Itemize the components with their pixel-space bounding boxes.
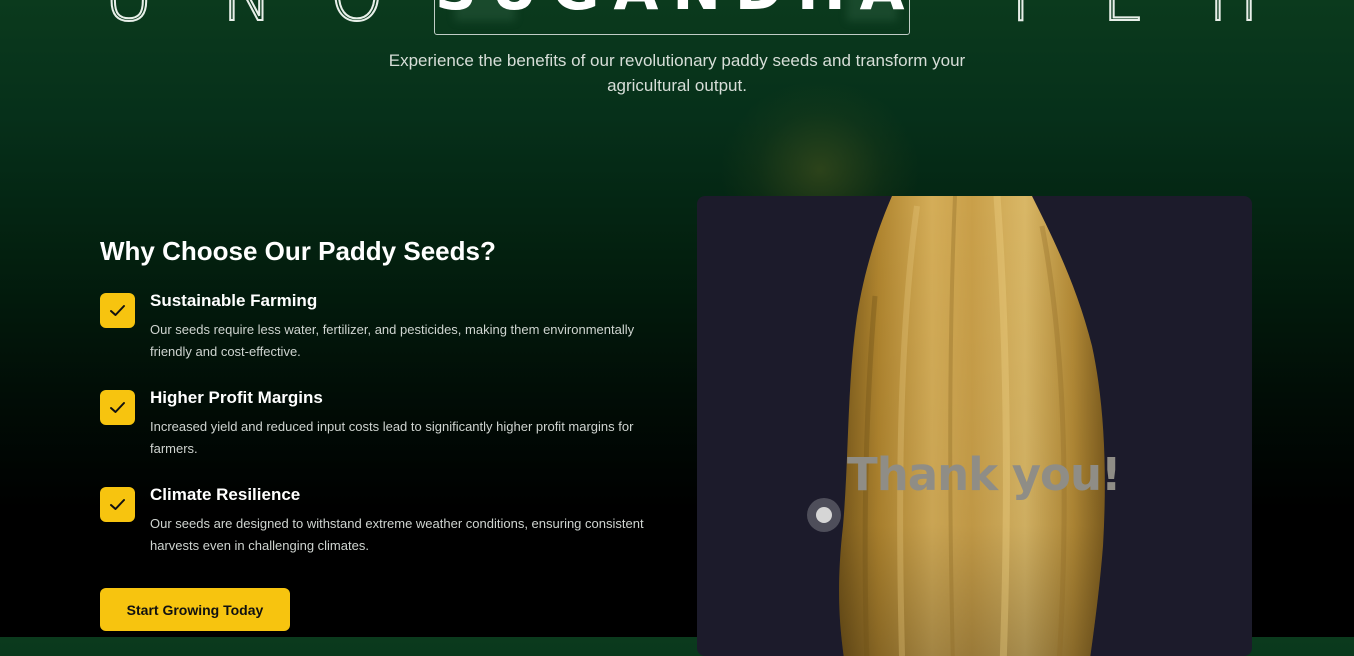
hero-letter: U — [103, 0, 155, 38]
start-growing-button[interactable]: Start Growing Today — [100, 588, 290, 631]
feature-title: Climate Resilience — [150, 485, 301, 504]
hero-subtitle: Experience the benefits of our revolutio… — [388, 51, 966, 95]
feature-description: Our seeds are designed to withstand extr… — [150, 516, 644, 553]
check-icon — [100, 390, 135, 425]
check-icon — [100, 487, 135, 522]
feature-description: Increased yield and reduced input costs … — [150, 419, 634, 456]
hero-letter: H — [1207, 0, 1260, 38]
feature-title: Sustainable Farming — [150, 291, 318, 310]
overlay-thank-you-text: Thank you! — [847, 448, 1122, 501]
hero-brand-box: SUGANDHA — [434, 0, 910, 35]
hero-letter: N — [221, 0, 274, 38]
feature-description: Our seeds require less water, fertilizer… — [150, 322, 635, 359]
cursor-indicator — [807, 498, 841, 532]
check-icon — [100, 293, 135, 328]
hero-letter: O — [329, 0, 385, 38]
section-title: Why Choose Our Paddy Seeds? — [100, 236, 496, 266]
hero-letter: T — [999, 0, 1043, 38]
hero-letter: E — [1101, 0, 1146, 38]
hero-brand-name: SUGANDHA — [435, 0, 909, 23]
feature-title: Higher Profit Margins — [150, 388, 323, 407]
showcase-panel: Thank you! — [697, 196, 1252, 656]
